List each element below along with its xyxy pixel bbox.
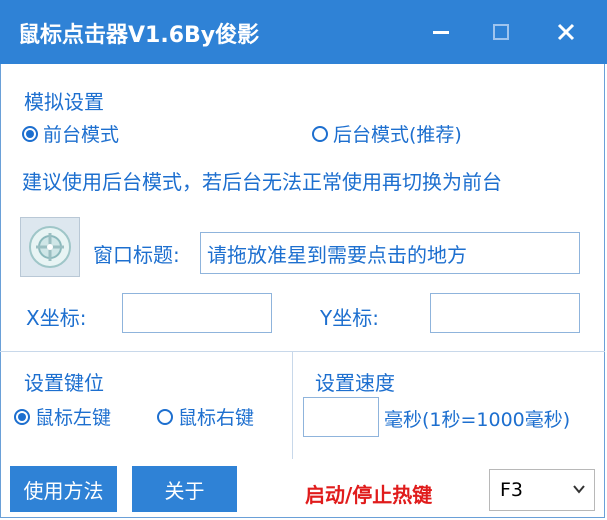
maximize-button[interactable]	[481, 12, 521, 52]
speed-unit-label: 毫秒(1秒=1000毫秒)	[384, 409, 571, 431]
simulation-group-label: 模拟设置	[20, 86, 108, 115]
radio-unselected-icon	[312, 125, 328, 142]
hotkey-select[interactable]: F3	[489, 469, 595, 511]
about-button[interactable]: 关于	[132, 466, 237, 512]
radio-right-click-label: 鼠标右键	[178, 407, 255, 429]
radio-selected-icon	[14, 408, 30, 425]
minimize-icon	[433, 31, 449, 34]
radio-left-click[interactable]: 鼠标左键	[14, 403, 111, 430]
window-title-label: 窗口标题:	[93, 243, 180, 267]
section-vertical-divider	[292, 351, 293, 459]
window-title-field[interactable]: 请拖放准星到需要点击的地方	[200, 232, 580, 274]
chevron-down-icon	[573, 485, 585, 494]
radio-selected-icon	[22, 125, 38, 142]
speed-settings-label: 设置速度	[311, 367, 399, 396]
radio-background-label: 后台模式(推荐)	[333, 124, 462, 146]
radio-foreground-label: 前台模式	[43, 124, 120, 146]
crosshair-drag-button[interactable]	[20, 217, 80, 277]
x-coordinate-field[interactable]	[122, 293, 272, 333]
radio-unselected-icon	[157, 408, 173, 425]
minimize-button[interactable]	[421, 12, 461, 52]
close-button[interactable]	[546, 12, 586, 52]
hotkey-label: 启动/停止热键	[305, 483, 433, 507]
window-title: 鼠标点击器V1.6By俊影	[18, 23, 260, 48]
crosshair-drag-icon	[29, 226, 71, 268]
close-icon	[557, 23, 575, 41]
y-coordinate-field[interactable]	[430, 293, 580, 333]
speed-input[interactable]	[303, 397, 379, 437]
key-settings-label: 设置键位	[20, 367, 108, 396]
radio-right-click[interactable]: 鼠标右键	[157, 403, 254, 430]
maximize-icon	[493, 24, 509, 40]
radio-background-mode[interactable]: 后台模式(推荐)	[312, 120, 462, 147]
x-coordinate-label: X坐标:	[26, 306, 87, 330]
section-divider	[0, 351, 605, 352]
mode-hint: 建议使用后台模式，若后台无法正常使用再切换为前台	[22, 170, 502, 194]
hotkey-value: F3	[500, 479, 524, 501]
y-coordinate-label: Y坐标:	[320, 306, 379, 330]
radio-left-click-label: 鼠标左键	[35, 407, 112, 429]
radio-foreground-mode[interactable]: 前台模式	[22, 120, 119, 147]
title-bar: 鼠标点击器V1.6By俊影	[0, 0, 607, 64]
usage-button[interactable]: 使用方法	[10, 466, 117, 512]
